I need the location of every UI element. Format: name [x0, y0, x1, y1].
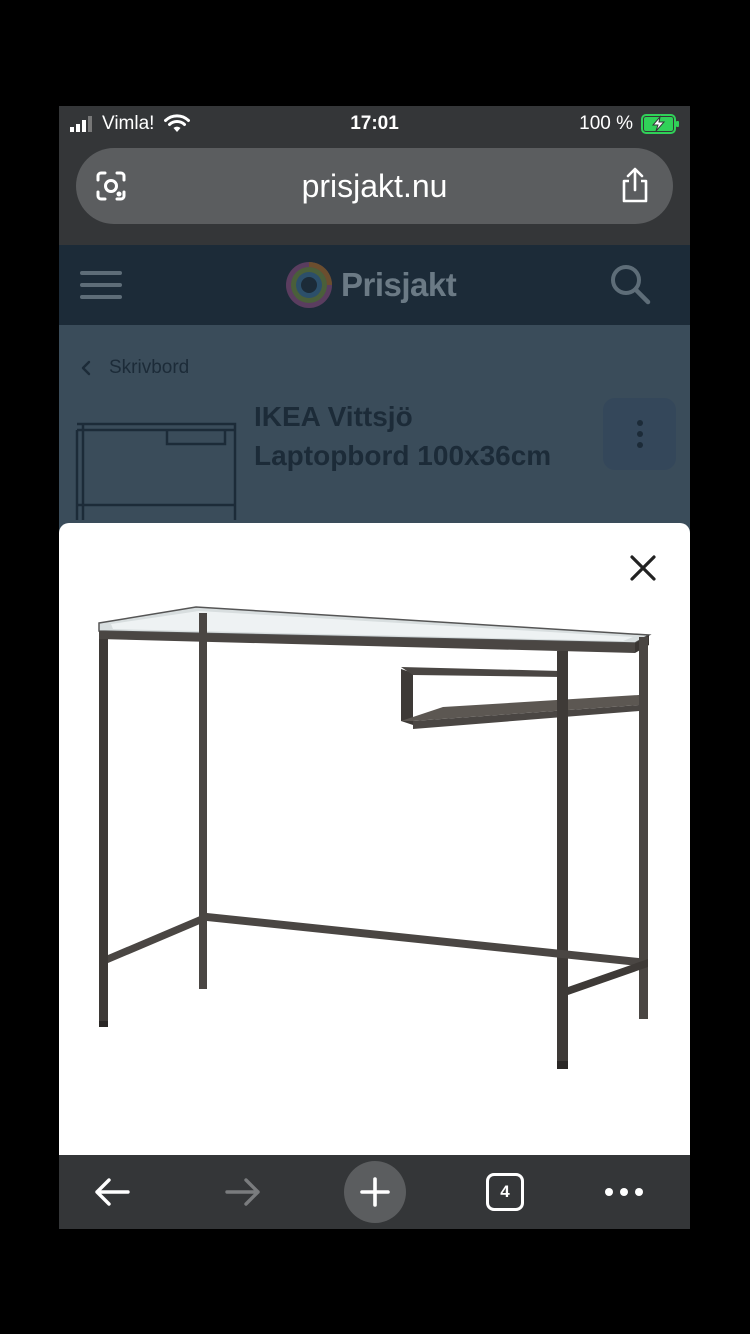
status-right: 100 %: [579, 113, 681, 135]
breadcrumb[interactable]: Skrivbord: [81, 357, 189, 379]
site-header: Prisjakt: [59, 245, 690, 325]
phone-screen: Vimla! 17:01 100 % prisjakt.nu Prisjakt …: [59, 106, 690, 1229]
plus-icon: [360, 1177, 390, 1207]
close-icon[interactable]: [628, 553, 658, 583]
breadcrumb-label: Skrivbord: [109, 357, 190, 378]
image-viewer-modal: [59, 523, 690, 1155]
status-bar: Vimla! 17:01 100 %: [59, 106, 690, 142]
back-button[interactable]: [81, 1161, 143, 1223]
battery-percent: 100 %: [579, 113, 633, 134]
new-tab-button[interactable]: [344, 1161, 406, 1223]
arrow-right-icon: [225, 1178, 260, 1206]
chevron-left-icon: [81, 360, 91, 376]
prisjakt-logo[interactable]: Prisjakt: [283, 259, 457, 311]
browser-toolbar: 4: [59, 1155, 690, 1229]
desk-image: [98, 606, 652, 1069]
menu-icon[interactable]: [80, 269, 122, 301]
forward-button[interactable]: [212, 1161, 274, 1223]
kebab-menu-button[interactable]: [603, 398, 676, 470]
tab-switcher-button[interactable]: 4: [474, 1161, 536, 1223]
prisjakt-logo-icon: [286, 262, 332, 308]
product-thumbnail[interactable]: [75, 410, 239, 525]
url-field[interactable]: prisjakt.nu: [76, 148, 673, 224]
more-horizontal-icon: [605, 1188, 643, 1196]
more-menu-button[interactable]: [593, 1161, 655, 1223]
browser-address-bar: prisjakt.nu: [59, 142, 690, 245]
url-text: prisjakt.nu: [301, 168, 448, 204]
product-title: IKEA Vittsjö Laptopbord 100x36cm: [254, 401, 552, 471]
kebab-dot: [636, 420, 643, 426]
kebab-dot: [636, 442, 643, 448]
logo-text: Prisjakt: [341, 266, 457, 303]
tab-count: 4: [486, 1173, 524, 1211]
search-icon[interactable]: [609, 263, 651, 305]
kebab-dot: [636, 431, 643, 437]
battery-charging-icon: [641, 114, 679, 134]
arrow-left-icon: [95, 1178, 130, 1206]
share-icon[interactable]: [619, 166, 651, 204]
